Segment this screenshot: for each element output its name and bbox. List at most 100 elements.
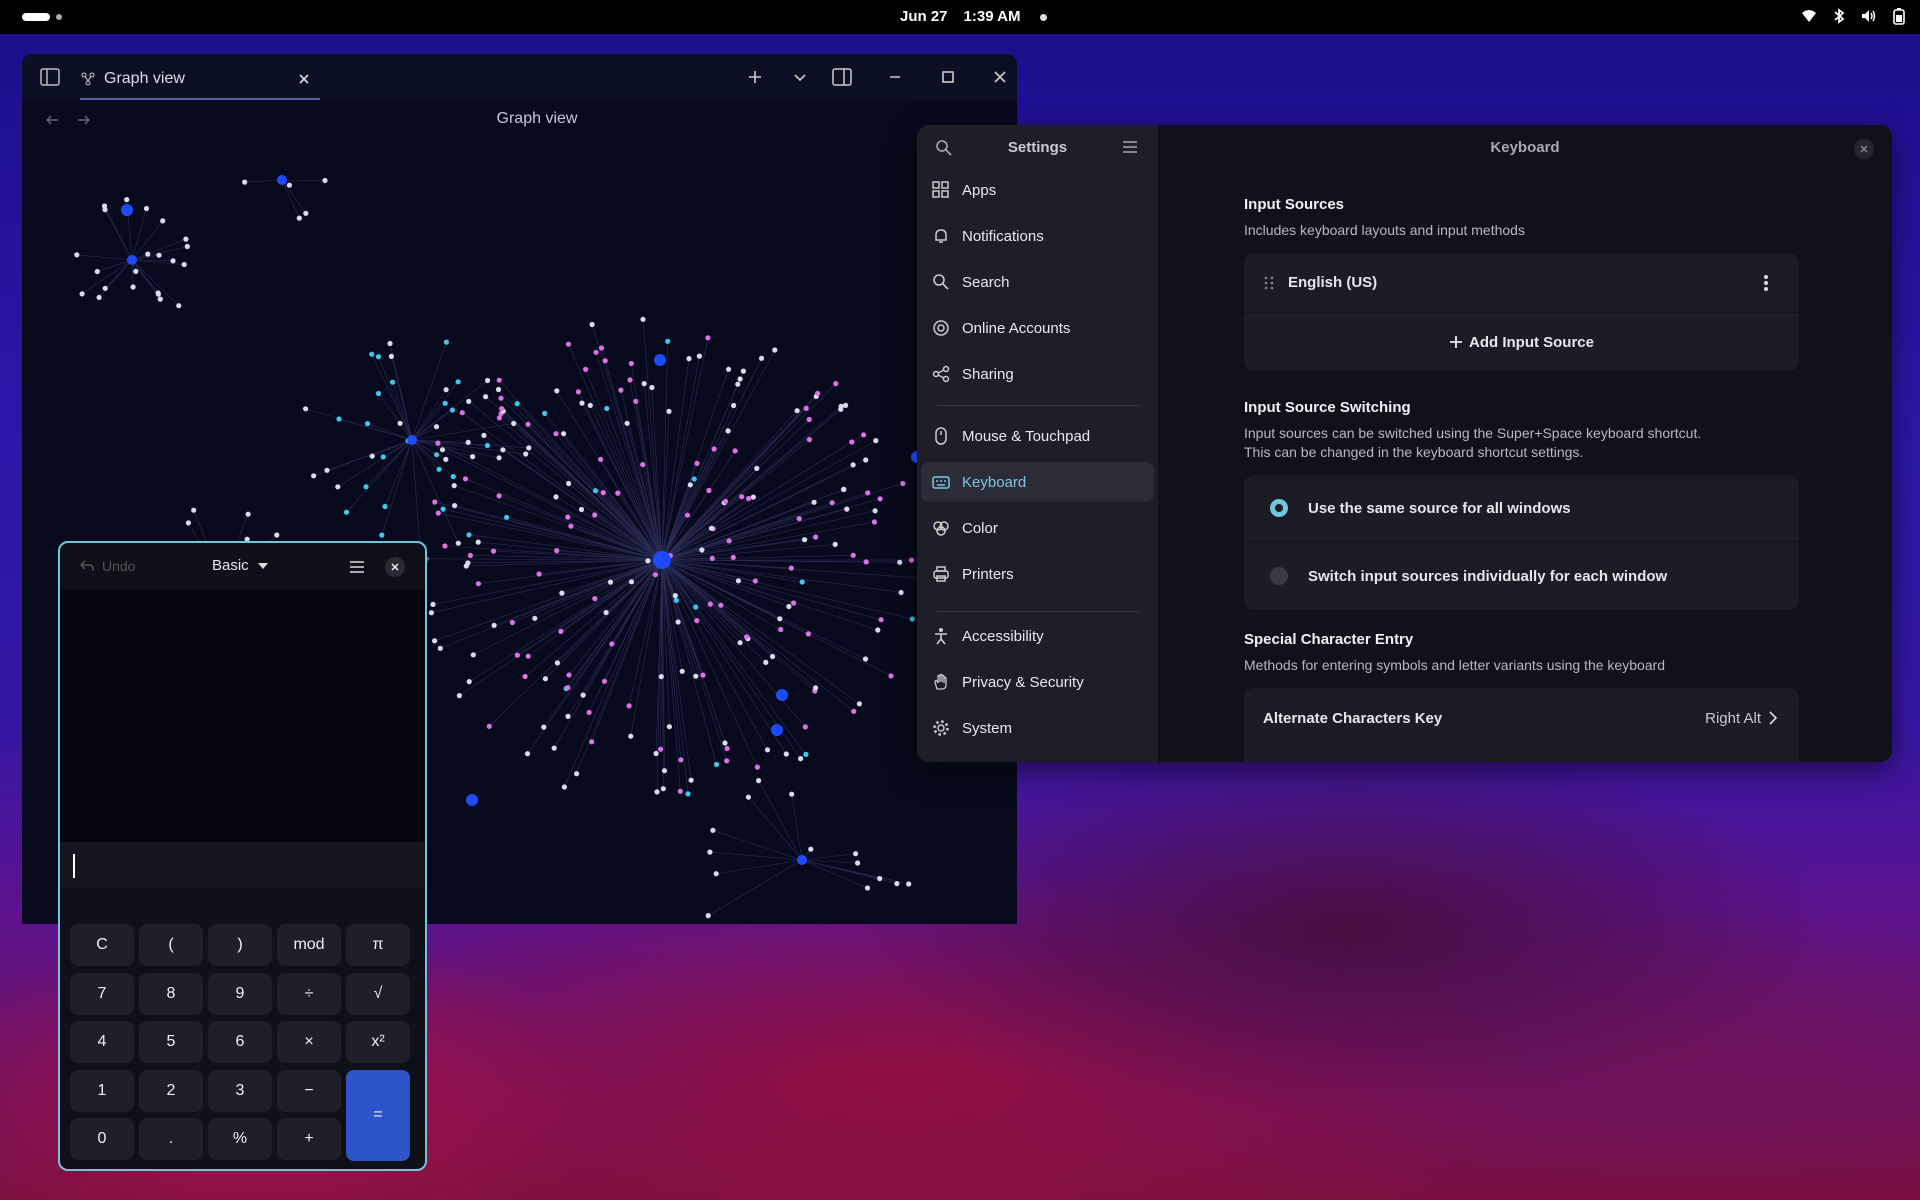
graph-node[interactable] xyxy=(798,756,804,762)
graph-hub-node[interactable] xyxy=(776,689,788,701)
key-9[interactable]: 9 xyxy=(208,972,272,1015)
graph-node[interactable] xyxy=(486,723,492,729)
graph-node[interactable] xyxy=(245,511,251,517)
graph-node[interactable] xyxy=(813,685,819,691)
sidebar-item-accessibility[interactable]: Accessibility xyxy=(921,616,1154,656)
graph-node[interactable] xyxy=(483,394,489,400)
graph-node[interactable] xyxy=(796,516,802,522)
graph-node[interactable] xyxy=(786,603,792,610)
graph-node[interactable] xyxy=(375,390,382,397)
graph-node[interactable] xyxy=(369,453,375,459)
graph-node[interactable] xyxy=(580,692,586,698)
graph-node[interactable] xyxy=(566,672,572,678)
graph-node[interactable] xyxy=(324,467,330,473)
graph-node[interactable] xyxy=(499,406,505,412)
graph-node[interactable] xyxy=(496,377,502,383)
key-clear[interactable]: C xyxy=(70,924,134,966)
graph-hub-node[interactable] xyxy=(407,435,417,445)
graph-node[interactable] xyxy=(756,778,762,784)
graph-node[interactable] xyxy=(665,338,671,344)
graph-node[interactable] xyxy=(724,758,730,764)
graph-node[interactable] xyxy=(430,601,436,607)
graph-node[interactable] xyxy=(523,451,529,457)
graph-node[interactable] xyxy=(661,768,668,774)
graph-node[interactable] xyxy=(624,420,630,426)
graph-node[interactable] xyxy=(553,494,559,500)
graph-node[interactable] xyxy=(843,402,849,408)
graph-node[interactable] xyxy=(559,590,565,596)
graph-node[interactable] xyxy=(496,455,502,461)
graph-node[interactable] xyxy=(735,381,741,387)
graph-node[interactable] xyxy=(709,555,715,561)
graph-node[interactable] xyxy=(864,885,871,891)
graph-node[interactable] xyxy=(687,482,693,488)
graph-node[interactable] xyxy=(806,437,813,443)
graph-node[interactable] xyxy=(628,360,634,367)
graph-node[interactable] xyxy=(628,733,634,739)
graph-node[interactable] xyxy=(855,860,861,866)
graph-node[interactable] xyxy=(908,557,915,563)
graph-node[interactable] xyxy=(561,431,567,437)
graph-node[interactable] xyxy=(303,406,309,412)
graph-node[interactable] xyxy=(274,532,280,538)
graph-node[interactable] xyxy=(758,355,765,361)
graph-node[interactable] xyxy=(456,693,462,699)
graph-node[interactable] xyxy=(455,379,461,385)
graph-node[interactable] xyxy=(679,668,685,674)
graph-node[interactable] xyxy=(710,827,716,833)
graph-node[interactable] xyxy=(872,508,878,514)
graph-node[interactable] xyxy=(558,628,564,634)
graph-node[interactable] xyxy=(658,674,664,680)
graph-node[interactable] xyxy=(731,402,737,409)
graph-node[interactable] xyxy=(700,672,706,678)
graph-node[interactable] xyxy=(805,631,812,637)
graph-node[interactable] xyxy=(133,268,139,274)
graph-node[interactable] xyxy=(181,261,187,268)
key-8[interactable]: 8 xyxy=(139,972,203,1015)
graph-node[interactable] xyxy=(553,431,559,437)
graph-node[interactable] xyxy=(574,771,580,777)
graph-node[interactable] xyxy=(500,447,506,453)
graph-node[interactable] xyxy=(808,846,814,852)
key-0[interactable]: 0 xyxy=(70,1118,134,1160)
graph-node[interactable] xyxy=(877,875,883,882)
graph-node[interactable] xyxy=(565,341,572,347)
graph-node[interactable] xyxy=(678,757,684,763)
graph-node[interactable] xyxy=(440,506,446,512)
graph-node[interactable] xyxy=(802,537,808,543)
close-tab-icon[interactable] xyxy=(298,73,310,85)
sidebar-item-online-accounts[interactable]: Online Accounts xyxy=(921,308,1154,348)
chevron-down-icon[interactable] xyxy=(788,65,812,89)
close-window-icon[interactable] xyxy=(1854,139,1874,159)
calculator-entry[interactable] xyxy=(60,842,425,888)
graph-node[interactable] xyxy=(509,619,515,626)
sidebar-item-sharing[interactable]: Sharing xyxy=(921,354,1154,394)
graph-node[interactable] xyxy=(532,615,538,621)
graph-node[interactable] xyxy=(745,794,752,800)
graph-node[interactable] xyxy=(436,466,442,472)
graph-node[interactable] xyxy=(481,432,487,438)
graph-node[interactable] xyxy=(183,236,189,242)
graph-node[interactable] xyxy=(603,609,609,616)
graph-node[interactable] xyxy=(397,420,403,426)
graph-node[interactable] xyxy=(894,881,900,887)
key-close-paren[interactable]: ) xyxy=(208,924,272,966)
graph-node[interactable] xyxy=(589,739,595,745)
sidebar-item-apps[interactable]: Apps xyxy=(921,170,1154,210)
graph-node[interactable] xyxy=(850,552,856,558)
graph-node[interactable] xyxy=(101,203,108,209)
battery-icon[interactable] xyxy=(1890,7,1908,25)
graph-node[interactable] xyxy=(586,709,592,716)
graph-hub-node[interactable] xyxy=(277,175,287,185)
graph-node[interactable] xyxy=(432,638,438,644)
graph-node[interactable] xyxy=(626,703,632,709)
graph-node[interactable] xyxy=(156,252,162,258)
graph-node[interactable] xyxy=(343,509,350,515)
graph-node[interactable] xyxy=(322,177,328,184)
graph-node[interactable] xyxy=(451,483,457,489)
graph-node[interactable] xyxy=(498,395,504,401)
graph-node[interactable] xyxy=(514,401,520,407)
graph-node[interactable] xyxy=(707,849,713,855)
graph-node[interactable] xyxy=(579,400,585,406)
graph-node[interactable] xyxy=(725,428,731,434)
